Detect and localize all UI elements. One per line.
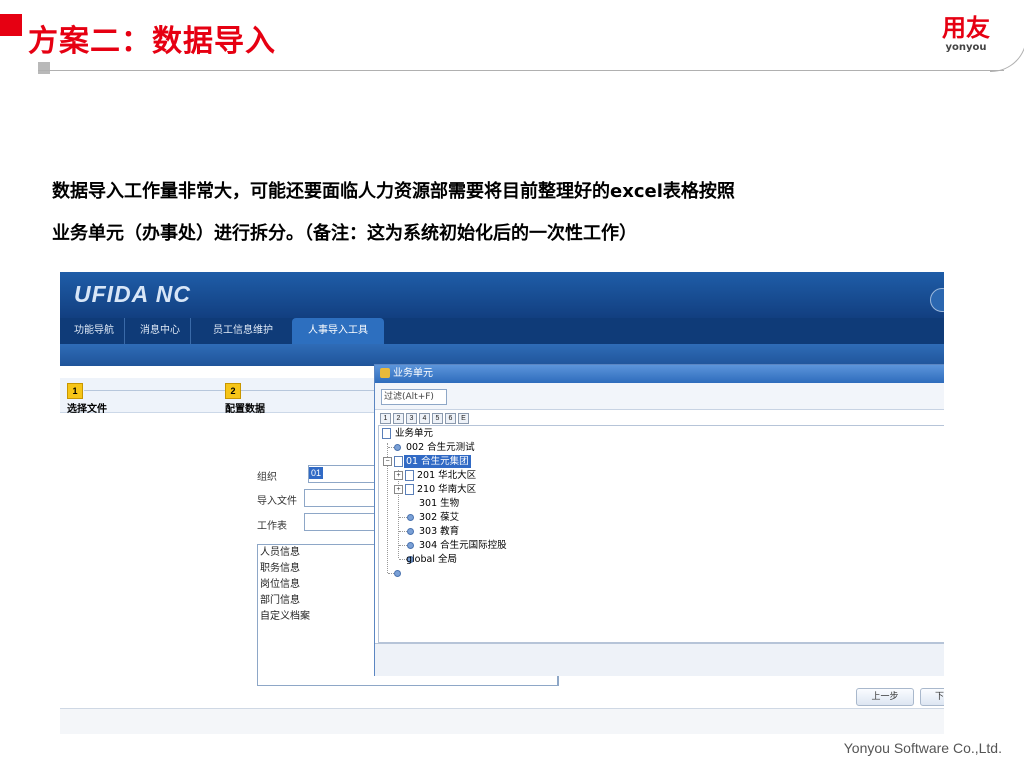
tab-hr-import-tool[interactable]: 人事导入工具 [292,318,384,344]
body-text-line-1: 数据导入工作量非常大，可能还要面临人力资源部需要将目前整理好的excel表格按照 [52,181,735,202]
slide-title: 方案二：数据导入 [28,24,276,59]
tab-employee-info[interactable]: 员工信息维护 [203,318,283,344]
folder-icon [405,484,414,495]
tree-connector [399,545,407,546]
tree-root[interactable]: 业务单元 [395,427,433,440]
sheet-item-custom-archive[interactable]: 自定义档案 [260,609,310,625]
sheet-item-duty[interactable]: 职务信息 [260,561,300,577]
sheet-item-personnel[interactable]: 人员信息 [260,545,300,561]
prev-step-button[interactable]: 上一步 [856,688,914,706]
step-2-label: 配置数据 [225,404,265,415]
org-label: 组织 [257,472,277,483]
business-unit-tree: 业务单元 002 合生元测试 − 01 合生元集团 + 201 华北大区 + 2… [378,425,944,643]
dialog-title: 业务单元 [393,368,433,379]
yonyou-logo: 用友 yonyou [935,14,997,54]
tree-connector [399,531,407,532]
sheet-item-post[interactable]: 岗位信息 [260,577,300,593]
next-step-button[interactable]: 下 [920,688,944,706]
tree-node-301[interactable]: 301 生物 [419,497,459,510]
step-1-badge: 1 [67,383,83,399]
app-screenshot: UFIDA NC 功能导航 消息中心 员工信息维护 人事导入工具 1 选择文件 … [60,272,944,734]
folder-icon [394,456,403,467]
tree-node-201[interactable]: 201 华北大区 [417,469,476,482]
level-1-button[interactable]: 1 [380,413,391,424]
dialog-titlebar: 业务单元 [375,365,944,383]
red-corner-square [0,14,22,36]
expand-icon[interactable]: + [394,471,403,480]
tree-connector [399,517,407,518]
dialog-footer [375,643,944,676]
header-divider [38,70,1004,71]
app-subheader-band [60,344,944,366]
app-header: UFIDA NC [60,272,944,318]
tree-node-303[interactable]: 303 教育 [419,525,459,538]
tree-node-302[interactable]: 302 葆艾 [419,511,459,524]
node-bullet-icon [407,528,414,535]
tree-node-global[interactable]: global 全局 [406,553,457,566]
step-2-badge: 2 [225,383,241,399]
node-bullet-icon [394,444,401,451]
collapse-icon[interactable]: − [383,457,392,466]
folder-icon [405,470,414,481]
logo-english: yonyou [945,42,987,53]
tree-node-002[interactable]: 002 合生元测试 [406,441,475,454]
folder-icon [382,428,391,439]
sheet-item-department[interactable]: 部门信息 [260,593,300,609]
org-field-value: 01 [309,467,324,479]
expand-icon[interactable]: + [394,485,403,494]
level-4-button[interactable]: 4 [419,413,430,424]
main-tabbar: 功能导航 消息中心 员工信息维护 人事导入工具 [60,318,944,344]
ufida-nc-logo: UFIDA NC [74,281,192,307]
node-bullet-icon [394,570,401,577]
tree-node-210[interactable]: 210 华南大区 [417,483,476,496]
status-bar [60,709,944,734]
business-unit-dialog: 业务单元 过滤(Alt+F) 1 2 3 4 5 6 E 业务单元 002 合生… [374,364,944,676]
sheet-label: 工作表 [257,521,287,532]
node-bullet-icon [407,542,414,549]
level-2-button[interactable]: 2 [393,413,404,424]
import-file-label: 导入文件 [257,496,297,507]
step-1-label: 选择文件 [67,404,107,415]
tab-function-nav[interactable]: 功能导航 [64,318,125,344]
level-3-button[interactable]: 3 [406,413,417,424]
body-text-line-2: 业务单元（办事处）进行拆分。（备注：这为系统初始化后的一次性工作） [52,223,637,244]
dialog-toolbar [375,383,944,410]
level-expand-all-button[interactable]: E [458,413,469,424]
search-icon[interactable] [930,288,944,312]
tree-node-304[interactable]: 304 合生元国际控股 [419,539,507,552]
company-footer: Yonyou Software Co.,Ltd. [843,740,1002,756]
level-6-button[interactable]: 6 [445,413,456,424]
filter-input[interactable]: 过滤(Alt+F) [381,389,447,405]
node-bullet-icon [407,514,414,521]
tab-message-center[interactable]: 消息中心 [130,318,191,344]
tree-node-01-selected[interactable]: 01 合生元集团 [404,455,471,468]
level-5-button[interactable]: 5 [432,413,443,424]
logo-chinese: 用友 [942,14,990,42]
business-unit-icon [380,368,390,378]
gray-marker-square [38,62,50,74]
